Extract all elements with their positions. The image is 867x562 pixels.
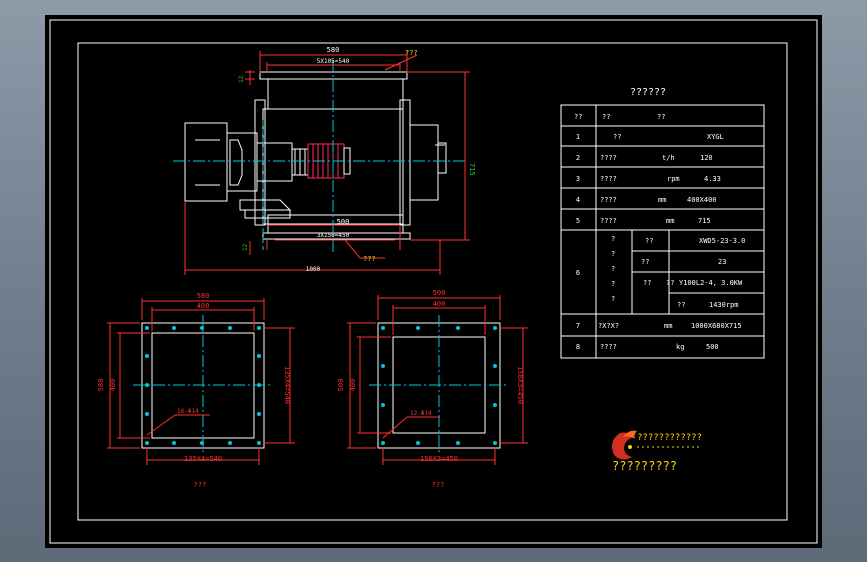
spec-row-8-value: 500 <box>706 343 719 351</box>
spec-row-6a-value: XWD5-23-3.0 <box>699 237 745 245</box>
spec-header-0: ?? <box>574 113 582 121</box>
spec-row-6c-name: ?? <box>643 279 651 287</box>
flange-right-caption: ??? <box>432 481 445 489</box>
spec-row-2-value: 120 <box>700 154 713 162</box>
spec-row-4-name: ???? <box>600 196 617 204</box>
spec-row-2-no: 2 <box>576 154 580 162</box>
flange-right-dim-outer: 500 <box>433 289 446 297</box>
spec-row-6b-value: 23 <box>718 258 726 266</box>
cad-drawing: 580 5X105=540 ??? 12 715 500 3X150=450 ?… <box>49 19 818 544</box>
flange-right-hole-label: 12-Φ14 <box>410 410 432 417</box>
spec-row-6d-value: 1430rpm <box>709 301 739 309</box>
dim-overall-length: 1000 <box>306 266 321 273</box>
spec-row-2-name: ???? <box>600 154 617 162</box>
dim-bottom-width: 500 <box>337 218 350 226</box>
spec-row-1-no: 1 <box>576 133 580 141</box>
flange-right-dim-height-inner: 400 <box>349 379 357 392</box>
flange-left-dim-right: 135X4=540 <box>283 366 291 404</box>
spec-row-3-unit: rpm <box>667 175 680 183</box>
logo-company-line2: ????????? <box>612 459 677 473</box>
spec-row-3-name: ???? <box>600 175 617 183</box>
dim-top-bolts: 5X105=540 <box>317 58 350 65</box>
dim-bottom-bolts: 3X150=450 <box>317 232 350 239</box>
flange-left-caption: ??? <box>194 481 207 489</box>
flange-left-dim-height-inner: 400 <box>109 379 117 392</box>
outlet-flange-view: 500 400 500 400 150X3=450 150X3=450 12-Φ… <box>337 289 528 489</box>
dim-bottom-offset: 12 <box>242 243 249 251</box>
flange-left-hole-label: 16-Φ14 <box>177 408 199 415</box>
spec-header-2: ?? <box>657 113 665 121</box>
spec-row-8-unit: kg <box>676 343 684 351</box>
spec-row-6d-unit: ?? <box>677 301 685 309</box>
drawing-sheet: 580 5X105=540 ??? 12 715 500 3X150=450 ?… <box>45 15 822 548</box>
spec-row-3-value: 4.33 <box>704 175 721 183</box>
dim-right-height: 715 <box>468 163 476 176</box>
spec-row-1-name: ?? <box>613 133 621 141</box>
spec-row-6b-name: ?? <box>641 258 649 266</box>
spec-row-5-no: 5 <box>576 217 580 225</box>
spec-row-7-no: 7 <box>576 322 580 330</box>
spec-row-5-value: 715 <box>698 217 711 225</box>
flange-right-dim-right: 150X3=450 <box>516 366 524 404</box>
dim-left-height: 12 <box>238 75 245 83</box>
flange-left-dim-height-outer: 580 <box>97 379 105 392</box>
spec-header-1: ?? <box>602 113 610 121</box>
flange-left-dim-outer: 580 <box>197 292 210 300</box>
company-logo: ???????????? ????????? <box>612 430 702 473</box>
dim-bottom-callout: ??? <box>363 255 376 263</box>
svg-text:?: ? <box>611 265 615 273</box>
spec-row-7-value: 1000X680X715 <box>691 322 742 330</box>
spec-row-6c-unit: ?? <box>666 279 674 287</box>
spec-row-7-unit: mm <box>664 322 672 330</box>
spec-row-4-unit: mm <box>658 196 666 204</box>
flange-right-dim-inner: 400 <box>433 300 446 308</box>
spec-row-6a-name: ?? <box>645 237 653 245</box>
spec-row-3-no: 3 <box>576 175 580 183</box>
spec-row-6-name: ? ? ? ? ? <box>611 235 615 303</box>
flange-left-dim-bottom: 135X4=540 <box>184 455 222 463</box>
spec-row-1-value: XYGL <box>707 133 724 141</box>
spec-row-8-no: 8 <box>576 343 580 351</box>
spec-row-6c-value: Y100L2-4, 3.0KW <box>679 279 743 287</box>
logo-company-line1: ???????????? <box>637 433 702 443</box>
spec-row-5-name: ???? <box>600 217 617 225</box>
flange-right-dim-bottom: 150X3=450 <box>420 455 458 463</box>
spec-row-6-no: 6 <box>576 269 580 277</box>
spec-row-5-unit: mm <box>666 217 674 225</box>
spec-table: ?????? ?? ?? ?? 1 ?? XYGL 2 ???? t/h 120… <box>560 87 765 359</box>
spec-row-2-unit: t/h <box>662 154 675 162</box>
svg-text:?: ? <box>611 280 615 288</box>
svg-text:?: ? <box>611 250 615 258</box>
dim-top-width: 580 <box>327 46 340 54</box>
spec-table-title: ?????? <box>630 87 666 98</box>
spec-row-7-name: ?X?X? <box>598 322 619 330</box>
svg-text:?: ? <box>611 235 615 243</box>
spec-row-8-name: ???? <box>600 343 617 351</box>
spec-row-4-value: 400X400 <box>687 196 717 204</box>
flange-right-dim-height-outer: 500 <box>337 379 345 392</box>
spec-row-4-no: 4 <box>576 196 580 204</box>
inlet-flange-view: 580 400 580 400 135X4=540 135X4=540 16-Φ… <box>97 292 295 489</box>
svg-text:?: ? <box>611 295 615 303</box>
flange-left-dim-inner: 400 <box>197 302 210 310</box>
side-elevation-view: 580 5X105=540 ??? 12 715 500 3X150=450 ?… <box>173 46 476 275</box>
dim-top-callout: ??? <box>405 49 418 57</box>
